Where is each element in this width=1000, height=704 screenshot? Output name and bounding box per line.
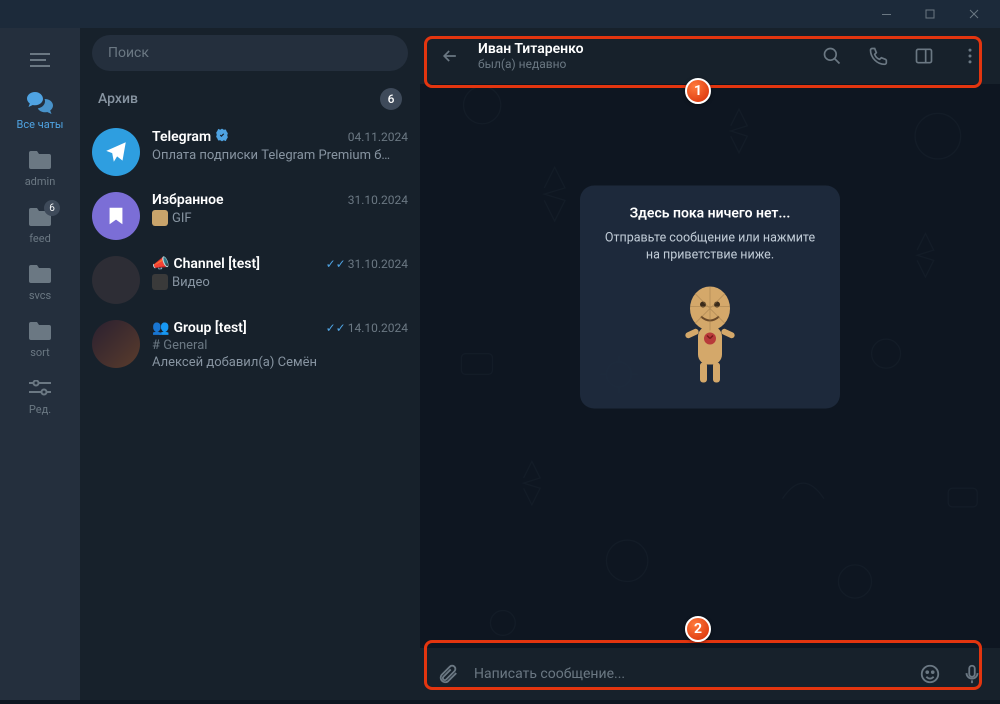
rail-label: Ред.	[29, 403, 51, 416]
group-icon: 👥	[152, 320, 169, 336]
window-close-button[interactable]	[952, 0, 996, 28]
avatar	[92, 192, 140, 240]
chat-list-panel: Поиск Архив 6 Telegram 04.11.2024 Оплата…	[80, 28, 420, 700]
rail-folder-admin[interactable]: admin	[0, 139, 80, 196]
chat-name: Channel [test]	[173, 256, 260, 272]
sliders-icon	[29, 377, 51, 399]
megaphone-icon: 📣	[152, 256, 169, 272]
chat-name: Telegram	[152, 129, 211, 145]
chat-date: 31.10.2024	[348, 257, 408, 271]
chat-date: 14.10.2024	[348, 321, 408, 335]
search-placeholder: Поиск	[108, 45, 149, 61]
rail-all-chats[interactable]: Все чаты	[0, 82, 80, 139]
read-ticks-icon: ✓✓	[326, 321, 346, 335]
message-input[interactable]	[474, 666, 904, 682]
chat-preview: GIF	[172, 211, 192, 226]
folder-rail: Все чаты admin 6 feed svcs sort Ред.	[0, 28, 80, 700]
back-button[interactable]	[432, 38, 468, 74]
chat-item-saved[interactable]: Избранное 31.10.2024 GIF	[80, 184, 420, 248]
chat-item-telegram[interactable]: Telegram 04.11.2024 Оплата подписки Tele…	[80, 120, 420, 184]
read-ticks-icon: ✓✓	[326, 257, 346, 271]
window-minimize-button[interactable]	[864, 0, 908, 28]
folder-icon	[29, 263, 51, 285]
chat-title: Иван Титаренко	[478, 41, 804, 57]
rail-edit-folders[interactable]: Ред.	[0, 367, 80, 424]
voice-button[interactable]	[956, 658, 988, 690]
menu-button[interactable]	[0, 38, 80, 82]
annotation-number-1: 1	[685, 78, 711, 104]
chat-preview: Алексей добавил(а) Семён	[152, 355, 408, 370]
search-in-chat-button[interactable]	[814, 38, 850, 74]
archive-label: Архив	[98, 91, 138, 107]
chat-date: 31.10.2024	[348, 193, 408, 207]
annotation-number-2: 2	[685, 616, 711, 642]
empty-chat-card[interactable]: Здесь пока ничего нет... Отправьте сообщ…	[580, 185, 840, 408]
chat-pane: Иван Титаренко был(а) недавно Здесь пока…	[420, 28, 1000, 700]
archive-count: 6	[380, 88, 402, 110]
empty-body: Отправьте сообщение или нажмите на приве…	[604, 229, 816, 264]
chat-name: Избранное	[152, 192, 224, 208]
archive-row[interactable]: Архив 6	[80, 78, 420, 120]
more-button[interactable]	[952, 38, 988, 74]
chat-bubbles-icon	[27, 92, 53, 114]
chat-name: Group [test]	[173, 320, 246, 336]
empty-title: Здесь пока ничего нет...	[604, 205, 816, 221]
rail-label: admin	[25, 175, 56, 188]
call-button[interactable]	[860, 38, 896, 74]
chat-preview: Видео	[172, 275, 210, 290]
rail-label: feed	[29, 232, 51, 245]
preview-thumb	[152, 274, 168, 290]
search-input[interactable]: Поиск	[92, 35, 408, 71]
verified-icon	[215, 128, 229, 146]
chat-date: 04.11.2024	[348, 130, 408, 144]
rail-label: Все чаты	[17, 118, 64, 131]
rail-folder-sort[interactable]: sort	[0, 310, 80, 367]
message-composer	[420, 648, 1000, 700]
chat-item-channel[interactable]: 📣 Channel [test] ✓✓31.10.2024 Видео	[80, 248, 420, 312]
sidebar-toggle-button[interactable]	[906, 38, 942, 74]
folder-icon	[29, 320, 51, 342]
chat-preview: Оплата подписки Telegram Premium б…	[152, 148, 408, 163]
rail-label: svcs	[29, 289, 51, 302]
rail-label: sort	[30, 346, 50, 359]
topic-label: # General	[152, 338, 408, 353]
rail-badge: 6	[44, 200, 60, 216]
emoji-button[interactable]	[914, 658, 946, 690]
avatar	[92, 128, 140, 176]
chat-header: Иван Титаренко был(а) недавно	[420, 28, 1000, 84]
greeting-sticker[interactable]	[665, 278, 755, 388]
rail-folder-svcs[interactable]: svcs	[0, 253, 80, 310]
chat-title-block[interactable]: Иван Титаренко был(а) недавно	[478, 41, 804, 71]
titlebar	[0, 0, 1000, 28]
rail-folder-feed[interactable]: 6 feed	[0, 196, 80, 253]
chat-status: был(а) недавно	[478, 57, 804, 71]
avatar	[92, 256, 140, 304]
chat-item-group[interactable]: 👥 Group [test] ✓✓14.10.2024 # General Ал…	[80, 312, 420, 378]
window-maximize-button[interactable]	[908, 0, 952, 28]
avatar	[92, 320, 140, 368]
attach-button[interactable]	[432, 658, 464, 690]
preview-thumb	[152, 210, 168, 226]
folder-icon	[29, 149, 51, 171]
